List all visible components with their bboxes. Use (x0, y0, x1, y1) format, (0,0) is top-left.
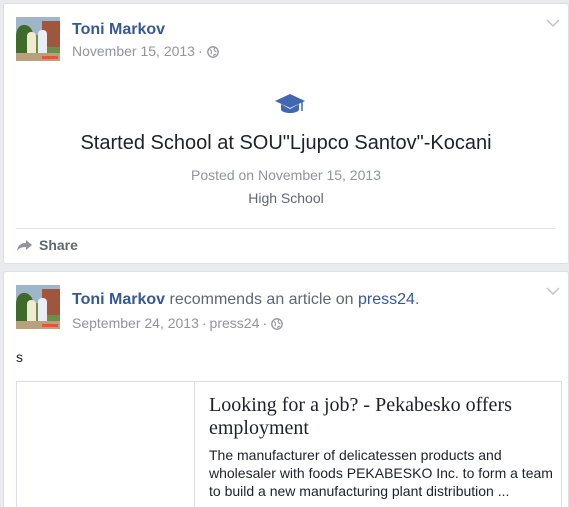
via-source[interactable]: press24 (210, 315, 260, 331)
chevron-down-icon[interactable] (546, 286, 560, 296)
article-preview[interactable]: Looking for a job? - Pekabesko offers em… (16, 381, 562, 507)
separator: · (201, 315, 207, 331)
post-meta: September 24, 2013 · press24 · (72, 315, 283, 333)
globe-icon[interactable] (206, 45, 219, 61)
life-event-category: High School (248, 190, 324, 206)
life-event-title[interactable]: Started School at SOU"Ljupco Santov"-Koc… (4, 132, 568, 155)
life-event-posted-date: Posted on November 15, 2013 (191, 167, 381, 183)
life-event-post: Toni Markov November 15, 2013 · Started S… (3, 3, 569, 264)
post-meta: November 15, 2013 · (72, 43, 219, 61)
avatar[interactable] (16, 17, 60, 61)
divider (16, 228, 556, 229)
separator: · (262, 315, 268, 331)
share-button[interactable]: Share (16, 237, 78, 253)
author-name[interactable]: Toni Markov (72, 21, 165, 39)
share-label: Share (39, 237, 78, 253)
share-icon (17, 239, 32, 251)
post-date[interactable]: November 15, 2013 (72, 43, 195, 59)
article-title[interactable]: Looking for a job? - Pekabesko offers em… (209, 394, 554, 440)
globe-icon[interactable] (271, 317, 283, 333)
article-description: The manufacturer of delicatessen product… (209, 447, 553, 499)
author-name[interactable]: Toni Markov (72, 291, 165, 308)
post-date[interactable]: September 24, 2013 (72, 315, 199, 331)
source-link[interactable]: press24 (358, 291, 415, 308)
period: . (414, 291, 420, 308)
article-thumbnail[interactable] (17, 382, 195, 507)
post-text: s (16, 349, 23, 365)
graduation-cap-icon (275, 94, 305, 113)
chevron-down-icon[interactable] (546, 18, 560, 28)
separator: · (197, 43, 203, 59)
post-header-line: Toni Markov recommends an article on pre… (72, 291, 419, 309)
article-post: Toni Markov recommends an article on pre… (3, 271, 569, 507)
post-action-text: recommends an article on (165, 291, 359, 308)
avatar[interactable] (16, 285, 60, 329)
